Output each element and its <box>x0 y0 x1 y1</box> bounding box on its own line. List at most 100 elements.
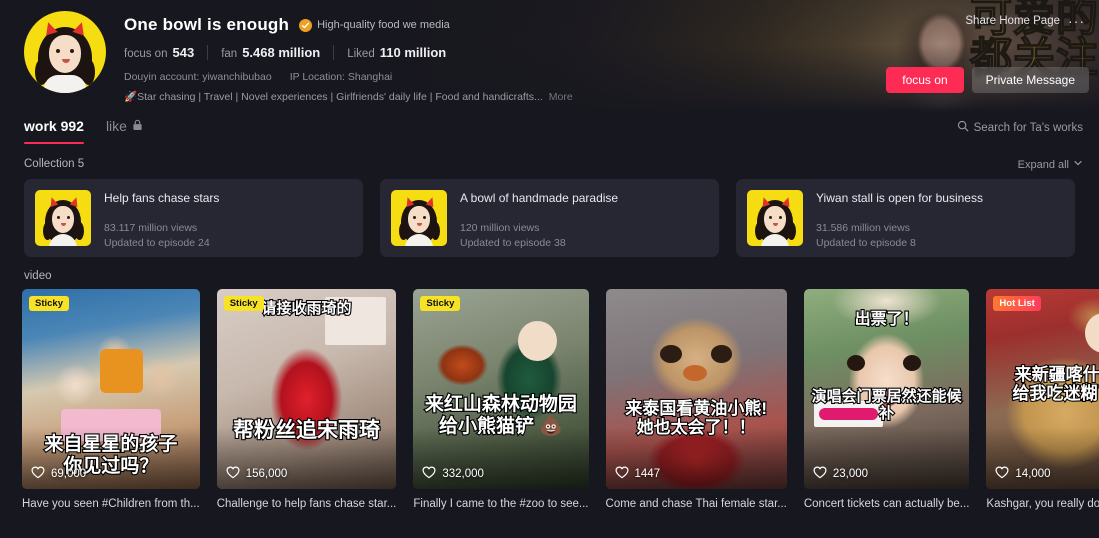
video-card[interactable]: Sticky 请接收雨琦的 帮粉丝追宋雨琦 156,000 Challenge … <box>216 289 397 510</box>
video-thumbnail[interactable]: Sticky 来红山森林动物园 给小熊猫铲 💩 332,000 <box>413 289 589 489</box>
video-card[interactable]: 来泰国看黄油小熊! 她也太会了！！ 1447 Come and chase Th… <box>605 289 787 510</box>
page-title: One bowl is enough <box>124 15 290 34</box>
expand-all-label: Expand all <box>1017 158 1069 171</box>
collections-header: Collection 5 Expand all <box>0 150 1099 171</box>
stat-liked[interactable]: Liked 110 million <box>333 45 459 60</box>
video-like-count: 23,000 <box>813 466 868 482</box>
follow-button[interactable]: focus on <box>886 67 964 93</box>
search-works-label: Search for Ta's works <box>973 121 1083 134</box>
video-like-count: 156,000 <box>226 466 288 482</box>
collection-updated: Updated to episode 38 <box>460 237 566 250</box>
verified-label: High-quality food we media <box>317 19 450 31</box>
video-thumbnail[interactable]: Sticky 请接收雨琦的 帮粉丝追宋雨琦 156,000 <box>216 289 397 489</box>
profile-tags: 🚀Star chasing | Travel | Novel experienc… <box>124 91 543 103</box>
profile-header: 可爱的 都关注 One bowl is enough <box>0 0 1099 112</box>
header-actions: Share Home Page ··· <box>965 14 1085 28</box>
heart-icon <box>813 466 827 482</box>
video-badge: Sticky <box>223 296 264 311</box>
collection-card[interactable]: Yiwan stall is open for business 31.586 … <box>736 179 1075 257</box>
collection-views: 83.117 million views <box>104 222 198 234</box>
collection-updated: Updated to episode 24 <box>104 237 210 250</box>
collection-views: 120 million views <box>460 222 540 234</box>
share-home-page-button[interactable]: Share Home Page <box>965 15 1060 27</box>
video-likes-value: 14,000 <box>1015 468 1051 480</box>
video-thumbnail[interactable]: Sticky 来自星星的孩子 你见过吗？ 69,000 <box>22 289 200 489</box>
video-like-count: 14,000 <box>995 466 1051 482</box>
video-card[interactable]: 出票了！ 演唱会门票居然还能候补 23,000 Concert tickets … <box>803 289 970 510</box>
collection-card[interactable]: A bowl of handmade paradise 120 million … <box>380 179 719 257</box>
video-likes-value: 69,000 <box>51 468 87 480</box>
video-card[interactable]: Sticky 来红山森林动物园 给小熊猫铲 💩 332,000 Finally … <box>413 289 589 510</box>
stat-following-label: focus on <box>124 48 168 60</box>
video-overlay-text: 来红山森林动物园 给小熊猫铲 💩 <box>424 393 578 437</box>
video-caption: Concert tickets can actually be... <box>803 498 970 510</box>
video-badge: Sticky <box>420 296 461 311</box>
collection-name: Yiwan stall is open for business <box>816 191 983 205</box>
tab-likes[interactable]: like <box>106 118 143 144</box>
collection-thumbnail <box>35 190 91 246</box>
video-thumbnail[interactable]: Hot List 来新疆喀什啦！ 给我吃迷糊了😋 14,000 <box>986 289 1099 489</box>
collection-updated: Updated to episode 8 <box>816 237 916 250</box>
verified-badge-group: High-quality food we media <box>299 18 450 32</box>
video-overlay-text: 来新疆喀什啦！ 给我吃迷糊了😋 <box>1011 364 1099 404</box>
lock-icon <box>132 118 143 134</box>
video-overlay-text: 帮粉丝追宋雨琦 <box>232 418 381 443</box>
more-link[interactable]: More <box>549 91 573 103</box>
profile-tags-row: 🚀Star chasing | Travel | Novel experienc… <box>124 90 573 104</box>
video-thumbnail[interactable]: 来泰国看黄油小熊! 她也太会了！！ 1447 <box>605 289 787 489</box>
video-card[interactable]: Sticky 来自星星的孩子 你见过吗？ 69,000 Have you see… <box>22 289 200 510</box>
profile-stats: focus on 543 fan 5.468 million Liked 110… <box>124 45 573 60</box>
ip-location: IP Location: Shanghai <box>289 71 393 83</box>
chevron-down-icon <box>1073 158 1083 171</box>
video-grid: Sticky 来自星星的孩子 你见过吗？ 69,000 Have you see… <box>0 282 1099 510</box>
collection-name: Help fans chase stars <box>104 191 220 205</box>
profile-info: One bowl is enough High-quality food we … <box>24 11 573 103</box>
collection-thumbnail <box>747 190 803 246</box>
heart-icon <box>422 466 436 482</box>
heart-icon <box>31 466 45 482</box>
video-caption: Kashgar, you really don't want to... <box>986 498 1099 510</box>
video-badge: Sticky <box>29 296 69 311</box>
video-thumbnail[interactable]: 出票了！ 演唱会门票居然还能候补 23,000 <box>803 289 970 489</box>
video-badge: Hot List <box>993 296 1041 311</box>
douyin-account: Douyin account: yiwanchibubao <box>124 71 272 83</box>
stat-liked-label: Liked <box>347 48 375 60</box>
search-works-button[interactable]: Search for Ta's works <box>957 120 1083 135</box>
stat-fans[interactable]: fan 5.468 million <box>207 45 333 60</box>
video-caption: Challenge to help fans chase star... <box>216 498 397 510</box>
video-caption: Come and chase Thai female star... <box>605 498 787 510</box>
video-section-label: video <box>24 270 52 282</box>
private-message-button[interactable]: Private Message <box>971 67 1089 93</box>
video-overlay-text: 演唱会门票居然还能候补 <box>811 388 963 424</box>
more-options-icon[interactable]: ··· <box>1068 14 1085 28</box>
stat-fans-value: 5.468 million <box>242 45 321 60</box>
tab-list: work 992 like <box>24 112 143 144</box>
video-likes-value: 156,000 <box>245 468 288 480</box>
tab-works-label: work 992 <box>24 118 84 134</box>
heart-icon <box>226 466 240 482</box>
tab-works[interactable]: work 992 <box>24 118 84 144</box>
header-cta-buttons: focus on Private Message <box>886 67 1089 93</box>
collection-name: A bowl of handmade paradise <box>460 191 619 205</box>
verified-check-icon <box>299 18 313 32</box>
collection-card[interactable]: Help fans chase stars 83.117 million vie… <box>24 179 363 257</box>
collections-grid: Help fans chase stars 83.117 million vie… <box>0 170 1099 257</box>
video-like-count: 69,000 <box>31 466 86 482</box>
video-like-count: 1447 <box>615 466 661 482</box>
video-likes-value: 332,000 <box>442 468 484 480</box>
video-overlay-text-top: 出票了！ <box>854 310 920 329</box>
stat-following[interactable]: focus on 543 <box>124 45 207 60</box>
video-card[interactable]: Hot List 来新疆喀什啦！ 给我吃迷糊了😋 14,000 Kashgar,… <box>986 289 1099 510</box>
video-like-count: 332,000 <box>422 466 484 482</box>
video-likes-value: 23,000 <box>832 468 869 480</box>
collection-thumbnail <box>391 190 447 246</box>
search-icon <box>957 120 969 135</box>
expand-all-button[interactable]: Expand all <box>1018 158 1083 171</box>
tabs-bar: work 992 like Search for Ta's works <box>0 112 1099 150</box>
collections-title: Collection 5 <box>24 158 85 170</box>
tab-likes-label: like <box>105 118 127 134</box>
stat-following-value: 543 <box>172 45 195 60</box>
avatar[interactable] <box>24 11 106 93</box>
collection-views: 31.586 million views <box>816 222 910 234</box>
video-likes-value: 1447 <box>634 468 661 480</box>
